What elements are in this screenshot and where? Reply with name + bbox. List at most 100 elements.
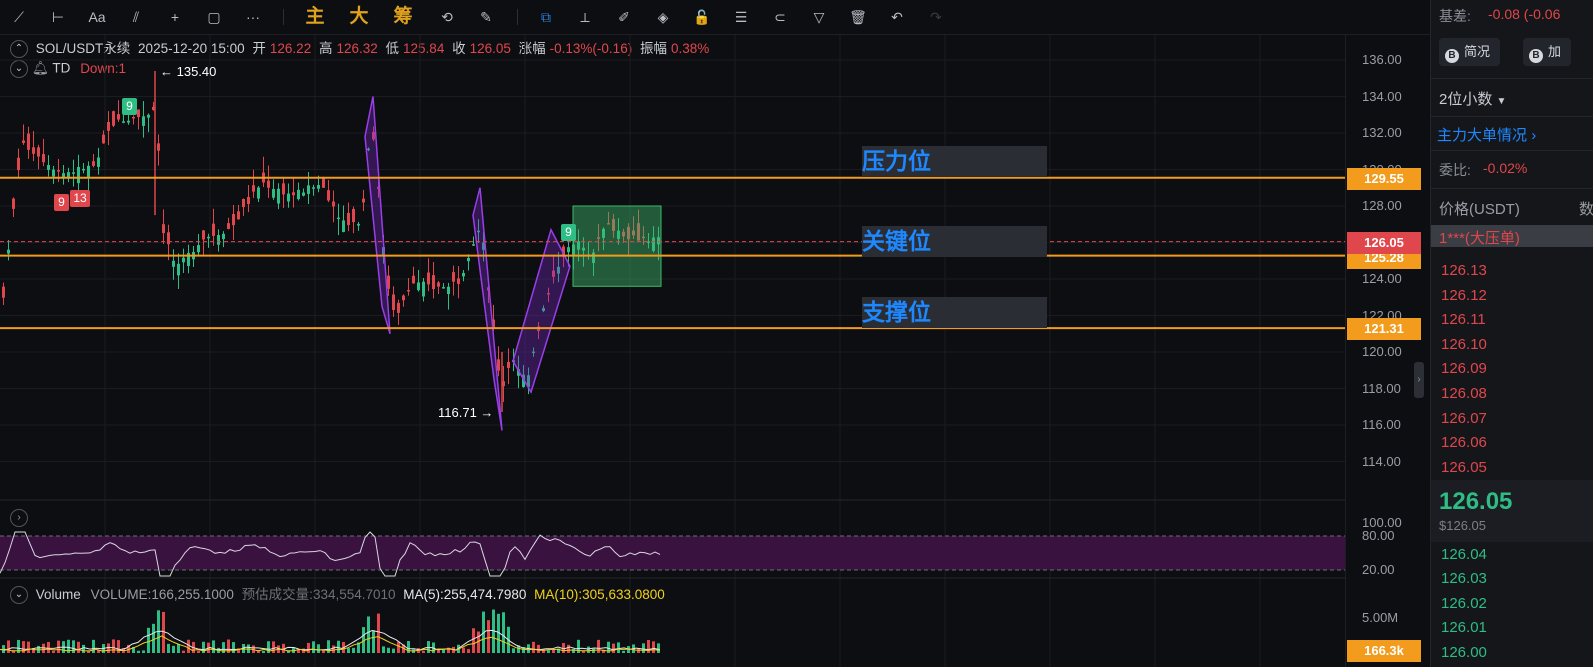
bid-price[interactable]: 126.02 <box>1441 595 1487 612</box>
volume-bar <box>52 650 55 653</box>
chart-area[interactable]: ⟋ ⊢ Aa ⫽ + ▢ ··· 主大筹 ⟲ ✎ ⧉ ⟂ ✐ ◈ 🔓 ☰ ⊂ ▽ 🗑 ↶ ↷ ⌃ SOL/USDT永续 … <box>0 0 1430 667</box>
magnet-icon[interactable]: ⊂ <box>769 6 791 28</box>
candle-body <box>347 212 350 226</box>
volume-bar <box>12 650 15 653</box>
volume-bar <box>147 627 150 653</box>
td-label: TD <box>52 60 71 76</box>
collapse-legend-icon[interactable]: ⌃ <box>10 40 28 59</box>
copy-drawing-icon[interactable]: ⧉ <box>535 6 557 28</box>
candle-body <box>132 116 135 119</box>
volume-value: VOLUME:166,255.1000 <box>90 587 234 602</box>
ask-price[interactable]: 126.10 <box>1441 336 1487 353</box>
brush-icon[interactable]: ✐ <box>613 6 635 28</box>
price-chart[interactable] <box>0 0 1345 667</box>
undo-icon[interactable]: ↶ <box>886 6 908 28</box>
sync-drawing-icon[interactable]: ⟲ <box>436 6 458 28</box>
big-order-button[interactable]: 大 <box>348 6 370 28</box>
chips-button[interactable]: 筹 <box>392 6 414 28</box>
visibility-icon[interactable]: ◈ <box>652 6 674 28</box>
volume-bar <box>602 649 605 653</box>
collapse-td-icon[interactable]: ⌄ <box>10 60 28 78</box>
oscillator-toggle-icon[interactable]: › <box>10 509 28 527</box>
ask-price[interactable]: 126.05 <box>1441 459 1487 476</box>
ask-price[interactable]: 126.09 <box>1441 360 1487 377</box>
candle-body <box>177 263 180 276</box>
volume-bar <box>342 641 345 653</box>
chevron-right-icon: › <box>1531 127 1537 144</box>
candle-body <box>402 295 405 301</box>
volume-bar <box>177 644 180 653</box>
more-tools-icon[interactable]: ··· <box>242 6 264 28</box>
candle-body <box>42 154 45 163</box>
resistance-label[interactable]: 压力位 <box>862 146 1047 177</box>
horizontal-line-icon[interactable]: + <box>164 6 186 28</box>
candle-body <box>597 237 600 239</box>
volume-bar <box>557 648 560 653</box>
support-label[interactable]: 支撑位 <box>862 297 1047 328</box>
ask-price[interactable]: 126.06 <box>1441 434 1487 451</box>
volume-bar <box>487 620 490 653</box>
volume-bar <box>122 648 125 653</box>
ask-price[interactable]: 126.12 <box>1441 287 1487 304</box>
bid-price[interactable]: 126.00 <box>1441 644 1487 661</box>
big-orders-link[interactable]: 主力大单情况 › <box>1437 124 1536 145</box>
ask-price[interactable]: 126.07 <box>1441 410 1487 427</box>
volume-bar <box>232 642 235 653</box>
candle-body <box>167 232 170 245</box>
volume-bar <box>312 641 315 653</box>
candle-body <box>52 169 55 177</box>
volume-bar <box>427 641 430 653</box>
ask-price[interactable]: 126.11 <box>1441 311 1486 328</box>
fib-tool-icon[interactable]: ⫽ <box>125 6 147 28</box>
collapse-volume-icon[interactable]: ⌄ <box>10 586 28 605</box>
add-icon: B <box>1529 49 1543 63</box>
volume-bar <box>172 645 175 653</box>
order-book-panel: 基差: -0.08 (-0.06 B 简况 B加 2位小数 ▼ 主力大单情况 › … <box>1430 0 1593 667</box>
bid-price[interactable]: 126.03 <box>1441 570 1487 587</box>
candle-body <box>647 241 650 243</box>
volume-bar <box>242 644 245 653</box>
horizontal-ray-icon[interactable]: ⊢ <box>47 6 69 28</box>
big-order-banner[interactable]: 1***(大压单) <box>1431 225 1593 247</box>
pen-tool-icon[interactable]: ✎ <box>475 6 497 28</box>
candle-body <box>22 140 25 143</box>
alert-bell-icon[interactable]: 🔔︎ <box>32 61 49 76</box>
candle-body <box>192 252 195 260</box>
symbol-label[interactable]: SOL/USDT永续 <box>36 41 131 56</box>
ruler-icon[interactable]: ⟂ <box>574 6 596 28</box>
candle-body <box>77 166 80 184</box>
rectangle-icon[interactable]: ▢ <box>203 6 225 28</box>
panel-collapse-handle[interactable]: › <box>1414 362 1424 398</box>
volume-price-tag: 166.3k <box>1347 640 1421 662</box>
price-tick-label: 114.00 <box>1362 453 1401 469</box>
volume-bar <box>132 646 135 653</box>
edit-list-icon[interactable]: ☰ <box>730 6 752 28</box>
key-level-label[interactable]: 关键位 <box>862 226 1047 257</box>
bid-price[interactable]: 126.04 <box>1441 546 1487 563</box>
overview-icon: B <box>1445 49 1459 63</box>
trend-line-icon[interactable]: ⟋ <box>8 6 30 28</box>
add-button[interactable]: B加 <box>1523 38 1572 66</box>
lock-icon[interactable]: 🔓 <box>691 6 713 28</box>
delete-icon[interactable]: 🗑 <box>847 6 869 28</box>
candle-body <box>292 192 295 196</box>
volume-bar <box>127 644 130 653</box>
decimals-select[interactable]: 2位小数 ▼ <box>1439 88 1506 109</box>
filter-icon[interactable]: ▽ <box>808 6 830 28</box>
candle-body <box>387 275 390 289</box>
text-tool-icon[interactable]: Aa <box>86 6 108 28</box>
last-price-tag: 126.05 <box>1347 232 1421 254</box>
main-indicator-button[interactable]: 主 <box>304 6 326 28</box>
volume-bar <box>412 649 415 653</box>
decimals-value: 2位小数 <box>1439 91 1493 108</box>
ask-price[interactable]: 126.13 <box>1441 262 1487 279</box>
volume-bar <box>452 646 455 653</box>
overview-button-label: 简况 <box>1464 44 1491 59</box>
td-count-badge: 9 <box>561 224 576 241</box>
ask-price[interactable]: 126.08 <box>1441 385 1487 402</box>
volume-bar <box>477 631 480 653</box>
overview-button[interactable]: B 简况 <box>1439 38 1501 66</box>
volume-bar <box>627 646 630 653</box>
bid-price[interactable]: 126.01 <box>1441 619 1487 636</box>
candle-body <box>617 230 620 239</box>
